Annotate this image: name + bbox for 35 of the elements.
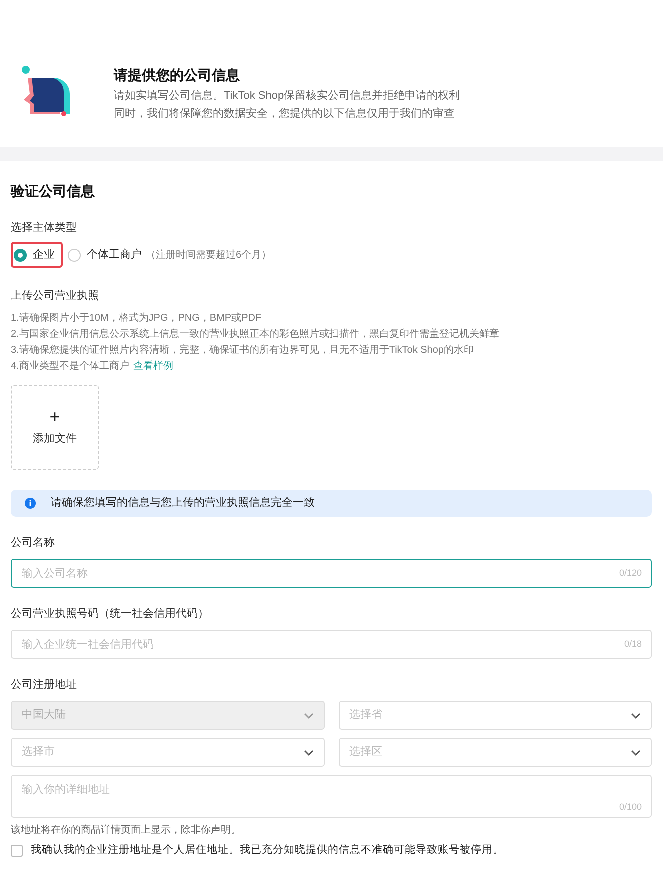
chevron-down-icon: [304, 750, 314, 756]
character-counter: 0/120: [619, 567, 642, 579]
page-title: 请提供您的公司信息: [114, 66, 241, 84]
address-hint: 该地址将在你的商品详情页面上显示，除非你声明。: [11, 824, 242, 838]
add-file-button[interactable]: + 添加文件: [11, 385, 99, 470]
field-label: 上传公司营业执照: [11, 289, 100, 304]
requirement-text: 3.请确保您提供的证件照片内容清晰，完整，确保证书的所有边界可见，且无不适用于TikTok Shop的水印: [11, 345, 474, 356]
field-label: 公司营业执照号码（统一社会信用代码）: [11, 606, 210, 622]
character-counter: 0/100: [619, 800, 642, 814]
chevron-down-icon: [631, 750, 641, 756]
radio-option[interactable]: 企业: [11, 242, 63, 268]
chevron-down-icon: [631, 712, 641, 718]
select-dropdown[interactable]: 选择省: [338, 701, 652, 730]
field-label: 公司注册地址: [11, 678, 78, 693]
section-title: 验证公司信息: [11, 182, 96, 200]
requirement-text: 2.与国家企业信用信息公示系统上信息一致的营业执照正本的彩色照片或扫描件，黑白复印件需盖登记机关鲜章: [11, 329, 500, 340]
sample-link[interactable]: 查看样例: [133, 361, 174, 372]
radio-option[interactable]: 个体工商户 （注册时间需要超过6个月）: [65, 242, 280, 268]
chevron-down-icon: [304, 712, 314, 718]
checkbox-label: 我确认我的企业注册地址是个人居住地址。我已充分知晓提供的信息不准确可能导致账号被停用。: [31, 843, 504, 858]
radio-button[interactable]: [14, 248, 27, 262]
info-text: 请确保您填写的信息与您上传的营业执照信息完全一致: [51, 496, 315, 512]
character-counter: 0/18: [624, 638, 642, 650]
radio-button[interactable]: [68, 248, 81, 262]
intro-text: 请如实填写公司信息。TikTok Shop保留核实公司信息并拒绝申请的权利: [114, 88, 460, 104]
select-dropdown[interactable]: 选择市: [11, 738, 324, 767]
checkbox[interactable]: [11, 844, 23, 857]
requirement-text: 1.请确保图片小于10M，格式为JPG，PNG，BMP或PDF: [11, 313, 262, 324]
intro-text: 同时，我们将保障您的数据安全，您提供的以下信息仅用于我们的审查: [114, 106, 456, 122]
field-label: 选择主体类型: [11, 220, 78, 236]
requirement-text: 4.商业类型不是个体工商户: [11, 361, 130, 372]
field-label: 公司名称: [11, 536, 56, 551]
select-dropdown[interactable]: 选择区: [338, 738, 652, 767]
option-note: （注册时间需要超过6个月）: [146, 248, 272, 262]
info-icon: [25, 498, 36, 509]
